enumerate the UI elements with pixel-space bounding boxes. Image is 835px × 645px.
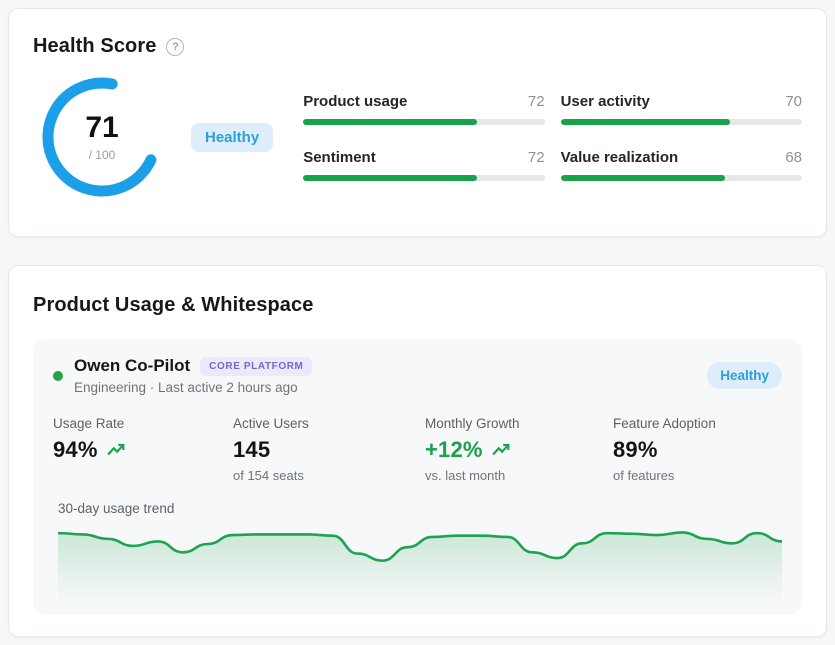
trend-chart-wrap — [53, 525, 782, 599]
metric-progress-fill — [303, 119, 477, 125]
metric-progress-fill — [303, 175, 477, 181]
health-score-card: Health Score 71 / 100 Healthy Product us… — [8, 8, 827, 237]
health-score-gauge: 71 / 100 — [39, 74, 165, 200]
metric-value: 68 — [785, 149, 802, 166]
metric-header: Value realization 68 — [561, 149, 802, 166]
product-name: Owen Co-Pilot — [74, 356, 190, 376]
stat-label: Monthly Growth — [425, 416, 613, 431]
health-score-title: Health Score — [33, 35, 156, 58]
trend-up-icon — [492, 443, 510, 457]
status-dot-icon — [53, 371, 63, 381]
product-usage-card: Product Usage & Whitespace Owen Co-Pilot… — [8, 265, 827, 637]
stat-value-row: +12% — [425, 438, 613, 462]
product-category-badge: CORE PLATFORM — [200, 357, 312, 376]
stat-value-row: 89% — [613, 438, 782, 462]
metric-value: 70 — [785, 93, 802, 110]
metric-progress-track — [303, 175, 544, 181]
trend-chart-label: 30-day usage trend — [53, 501, 782, 516]
metric-progress-track — [561, 175, 802, 181]
metric-header: Product usage 72 — [303, 93, 544, 110]
stat-value-row: 94% — [53, 438, 233, 462]
health-score-max: / 100 — [89, 148, 116, 162]
product-stat: Feature Adoption 89% of features — [613, 416, 782, 483]
dashboard-page: Health Score 71 / 100 Healthy Product us… — [8, 8, 827, 637]
stat-value: 89% — [613, 438, 658, 462]
metric-progress-fill — [561, 175, 725, 181]
health-score-header: Health Score — [33, 35, 802, 58]
product-name-row: Owen Co-Pilot CORE PLATFORM — [74, 356, 707, 376]
stat-subtext — [53, 468, 233, 483]
product-status-badge: Healthy — [707, 362, 782, 389]
metric-label: User activity — [561, 93, 650, 110]
health-score-body: 71 / 100 Healthy Product usage 72 User a… — [33, 74, 802, 200]
metric-value: 72 — [528, 93, 545, 110]
stat-subtext: of features — [613, 468, 782, 483]
health-score-value: 71 — [85, 113, 118, 143]
gauge-center: 71 / 100 — [39, 74, 165, 200]
health-metric: User activity 70 — [561, 93, 802, 125]
stat-subtext: vs. last month — [425, 468, 613, 483]
metric-label: Sentiment — [303, 149, 376, 166]
metric-progress-track — [303, 119, 544, 125]
metric-value: 72 — [528, 149, 545, 166]
trend-up-icon — [107, 443, 125, 457]
metric-header: Sentiment 72 — [303, 149, 544, 166]
stat-label: Feature Adoption — [613, 416, 782, 431]
product-header: Owen Co-Pilot CORE PLATFORM Engineering … — [53, 356, 782, 395]
health-metric: Product usage 72 — [303, 93, 544, 125]
product-identity: Owen Co-Pilot CORE PLATFORM Engineering … — [74, 356, 707, 395]
product-usage-title: Product Usage & Whitespace — [33, 294, 802, 317]
stat-value: +12% — [425, 438, 483, 462]
stat-label: Usage Rate — [53, 416, 233, 431]
stat-value-row: 145 — [233, 438, 425, 462]
product-stat: Active Users 145 of 154 seats — [233, 416, 425, 483]
metric-header: User activity 70 — [561, 93, 802, 110]
usage-trend-chart — [58, 525, 782, 599]
health-status-badge: Healthy — [191, 123, 273, 152]
metric-label: Value realization — [561, 149, 679, 166]
product-stat: Monthly Growth +12% vs. last month — [425, 416, 613, 483]
product-stats-grid: Usage Rate 94% Active Users 145 of 154 s… — [53, 416, 782, 483]
product-subtitle: Engineering · Last active 2 hours ago — [74, 380, 707, 395]
health-metric: Value realization 68 — [561, 149, 802, 181]
stat-label: Active Users — [233, 416, 425, 431]
help-icon[interactable] — [166, 38, 184, 56]
stat-subtext: of 154 seats — [233, 468, 425, 483]
product-subcard[interactable]: Owen Co-Pilot CORE PLATFORM Engineering … — [33, 339, 802, 615]
product-stat: Usage Rate 94% — [53, 416, 233, 483]
metric-progress-track — [561, 119, 802, 125]
metric-progress-fill — [561, 119, 730, 125]
health-metric: Sentiment 72 — [303, 149, 544, 181]
health-metrics-grid: Product usage 72 User activity 70 Sentim… — [303, 93, 802, 181]
stat-value: 94% — [53, 438, 98, 462]
metric-label: Product usage — [303, 93, 407, 110]
stat-value: 145 — [233, 438, 270, 462]
